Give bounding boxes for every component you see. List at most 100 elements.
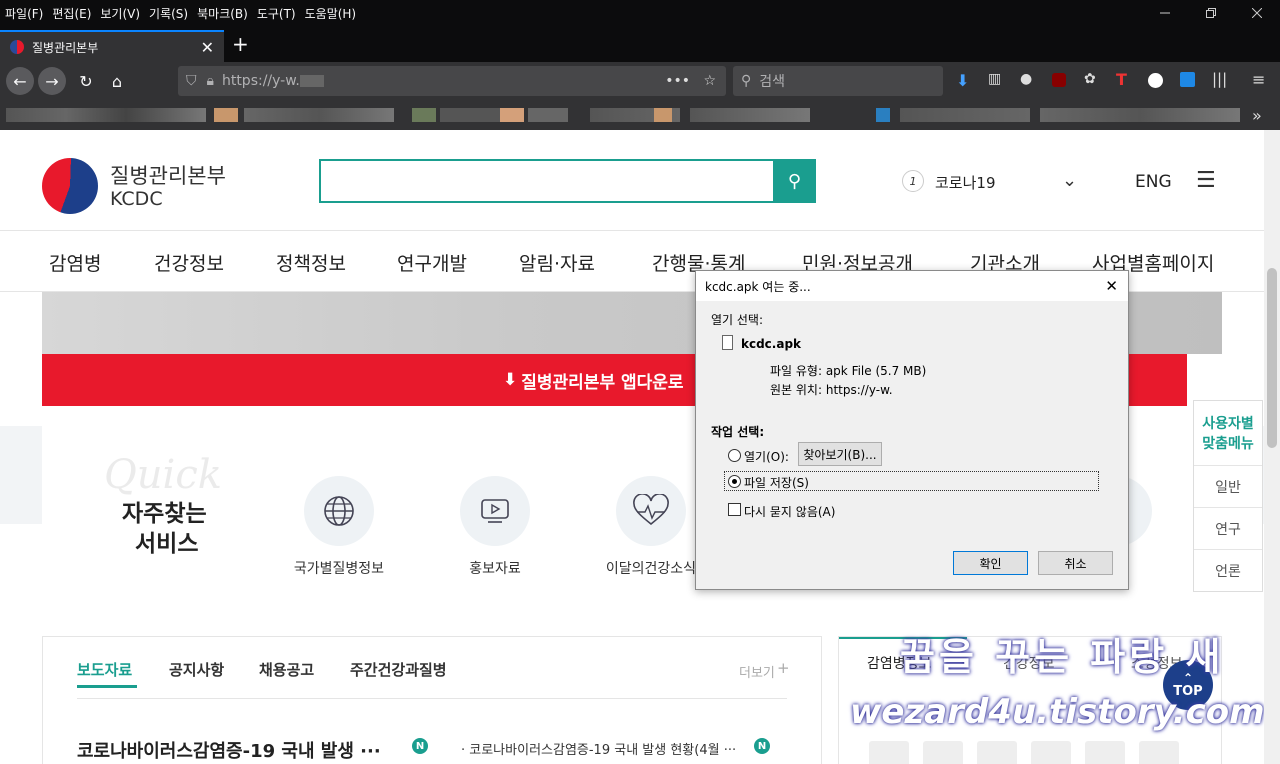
library-icon[interactable]: ||| (1212, 70, 1227, 88)
consonant-button[interactable] (1085, 741, 1125, 764)
menu-view[interactable]: 보기(V) (95, 5, 144, 22)
site-menu-icon[interactable]: ☰ (1196, 168, 1216, 193)
bookmark-redacted[interactable] (1040, 108, 1240, 122)
account-icon[interactable]: ● (1020, 71, 1032, 87)
bookmark-redacted[interactable] (900, 108, 1030, 122)
open-radio[interactable] (728, 449, 741, 462)
lock-icon[interactable]: 🔒︎ (207, 73, 214, 89)
open-radio-label[interactable]: 열기(O): (744, 448, 789, 465)
page-actions-icon[interactable]: ••• (665, 73, 690, 89)
bookmark-star-icon[interactable]: ☆ (703, 73, 716, 89)
c-extension-icon[interactable] (1148, 73, 1163, 88)
consonant-button[interactable] (977, 741, 1017, 764)
more-link[interactable]: 더보기 (739, 662, 775, 681)
consonant-button[interactable] (1031, 741, 1071, 764)
nav-health-info[interactable]: 건강정보 (154, 249, 224, 276)
hamburger-menu-icon[interactable]: ≡ (1252, 70, 1265, 89)
tab-close-icon[interactable]: ✕ (201, 38, 214, 57)
bookmark-redacted[interactable] (214, 108, 238, 122)
bookmark-redacted[interactable] (528, 108, 568, 122)
open-with-heading: 열기 선택: (711, 313, 764, 327)
sidebar-icon[interactable]: ▥ (988, 71, 1001, 87)
kcdc-logo[interactable] (42, 158, 98, 214)
brand-ko[interactable]: 질병관리본부 (110, 160, 226, 190)
bookmark-redacted[interactable] (876, 108, 890, 122)
consonant-row (869, 741, 1189, 764)
home-icon[interactable]: ⌂ (103, 67, 131, 95)
globe-icon[interactable] (304, 476, 374, 546)
quick-title-line2: 서비스 (135, 531, 199, 557)
plus-icon[interactable]: + (777, 659, 790, 677)
tab-press-release[interactable]: 보도자료 (77, 659, 132, 680)
restore-icon[interactable] (1188, 0, 1234, 26)
bookmark-redacted[interactable] (690, 108, 810, 122)
dialog-titlebar[interactable]: kcdc.apk 여는 중... ✕ (696, 271, 1128, 301)
site-search-input[interactable] (319, 159, 775, 203)
save-radio[interactable] (728, 475, 741, 488)
nav-infectious-disease[interactable]: 감염병 (49, 249, 101, 276)
menu-bookmarks[interactable]: 북마크(B) (192, 5, 252, 22)
heart-icon[interactable] (616, 476, 686, 546)
user-menu-research[interactable]: 연구 (1194, 507, 1262, 549)
bookmark-redacted[interactable] (654, 108, 672, 122)
consonant-button[interactable] (869, 741, 909, 764)
s-extension-icon[interactable] (1180, 72, 1195, 87)
no-ask-label[interactable]: 다시 묻지 않음(A) (744, 503, 835, 520)
eng-link[interactable]: ENG (1135, 172, 1172, 192)
corona-link[interactable]: 코로나19 (935, 172, 996, 193)
forward-icon[interactable]: → (38, 67, 66, 95)
bookmark-redacted[interactable] (244, 108, 394, 122)
menu-history[interactable]: 기록(S) (144, 5, 192, 22)
t-extension-icon[interactable]: T (1116, 70, 1127, 89)
headline-side-link[interactable]: · 코로나바이러스감염증-19 국내 발생 현황(4월 ··· (461, 739, 736, 758)
minimize-icon[interactable] (1142, 0, 1188, 26)
user-menu-general[interactable]: 일반 (1194, 465, 1262, 507)
consonant-button[interactable] (1139, 741, 1179, 764)
close-window-icon[interactable] (1234, 0, 1280, 26)
headline-link[interactable]: 코로나바이러스감염증-19 국내 발생 ··· (77, 737, 381, 763)
site-search-button[interactable]: ⚲ (773, 159, 816, 203)
browse-button[interactable]: 찾아보기(B)... (798, 442, 882, 466)
tab-notices[interactable]: 공지사항 (169, 659, 224, 680)
scrollbar-thumb[interactable] (1267, 268, 1277, 448)
menu-file[interactable]: 파일(F) (0, 5, 47, 22)
ublock-icon[interactable] (1052, 73, 1066, 87)
browser-tab[interactable]: 질병관리본부 ✕ (0, 30, 224, 62)
quick-word: Quick (104, 452, 222, 498)
bookmark-redacted[interactable] (6, 108, 206, 122)
shield-icon[interactable]: ⛉ (186, 73, 197, 89)
save-radio-label[interactable]: 파일 저장(S) (744, 474, 809, 491)
bookmark-redacted[interactable] (440, 108, 500, 122)
bookmarks-overflow-icon[interactable]: » (1252, 106, 1262, 125)
reload-icon[interactable]: ↻ (72, 67, 100, 95)
url-text: https://y-w. (221, 73, 300, 89)
nav-notice-data[interactable]: 알림·자료 (519, 249, 595, 276)
new-tab-icon[interactable]: + (232, 32, 249, 56)
video-icon[interactable] (460, 476, 530, 546)
cancel-button[interactable]: 취소 (1038, 551, 1113, 575)
download-icon[interactable]: ⬇ (956, 71, 969, 90)
brand-en[interactable]: KCDC (110, 188, 163, 210)
chevron-down-icon[interactable]: ⌄ (1062, 170, 1077, 191)
no-ask-checkbox[interactable] (728, 503, 741, 516)
nav-policy-info[interactable]: 정책정보 (276, 249, 346, 276)
bookmark-redacted[interactable] (500, 108, 524, 122)
dialog-close-icon[interactable]: ✕ (1105, 277, 1118, 295)
url-bar[interactable]: ⛉ 🔒︎ https://y-w. ••• ☆ (178, 66, 726, 96)
menu-edit[interactable]: 편집(E) (47, 5, 95, 22)
bookmark-redacted[interactable] (412, 108, 436, 122)
search-bar[interactable]: ⚲ 검색 (733, 66, 943, 96)
user-menu-press[interactable]: 언론 (1194, 549, 1262, 591)
extension-icon[interactable]: ✿ (1084, 71, 1096, 87)
tab-weekly-health[interactable]: 주간건강과질병 (350, 659, 447, 680)
nav-research[interactable]: 연구개발 (397, 249, 467, 276)
ok-button[interactable]: 확인 (953, 551, 1028, 575)
tab-jobs[interactable]: 채용공고 (259, 659, 314, 680)
page-scrollbar[interactable] (1264, 130, 1280, 764)
menu-tools[interactable]: 도구(T) (252, 5, 300, 22)
quick-label[interactable]: 국가별질병정보 (269, 558, 409, 578)
back-icon[interactable]: ← (6, 67, 34, 95)
quick-label[interactable]: 홍보자료 (425, 558, 565, 578)
menu-help[interactable]: 도움말(H) (300, 5, 361, 22)
consonant-button[interactable] (923, 741, 963, 764)
